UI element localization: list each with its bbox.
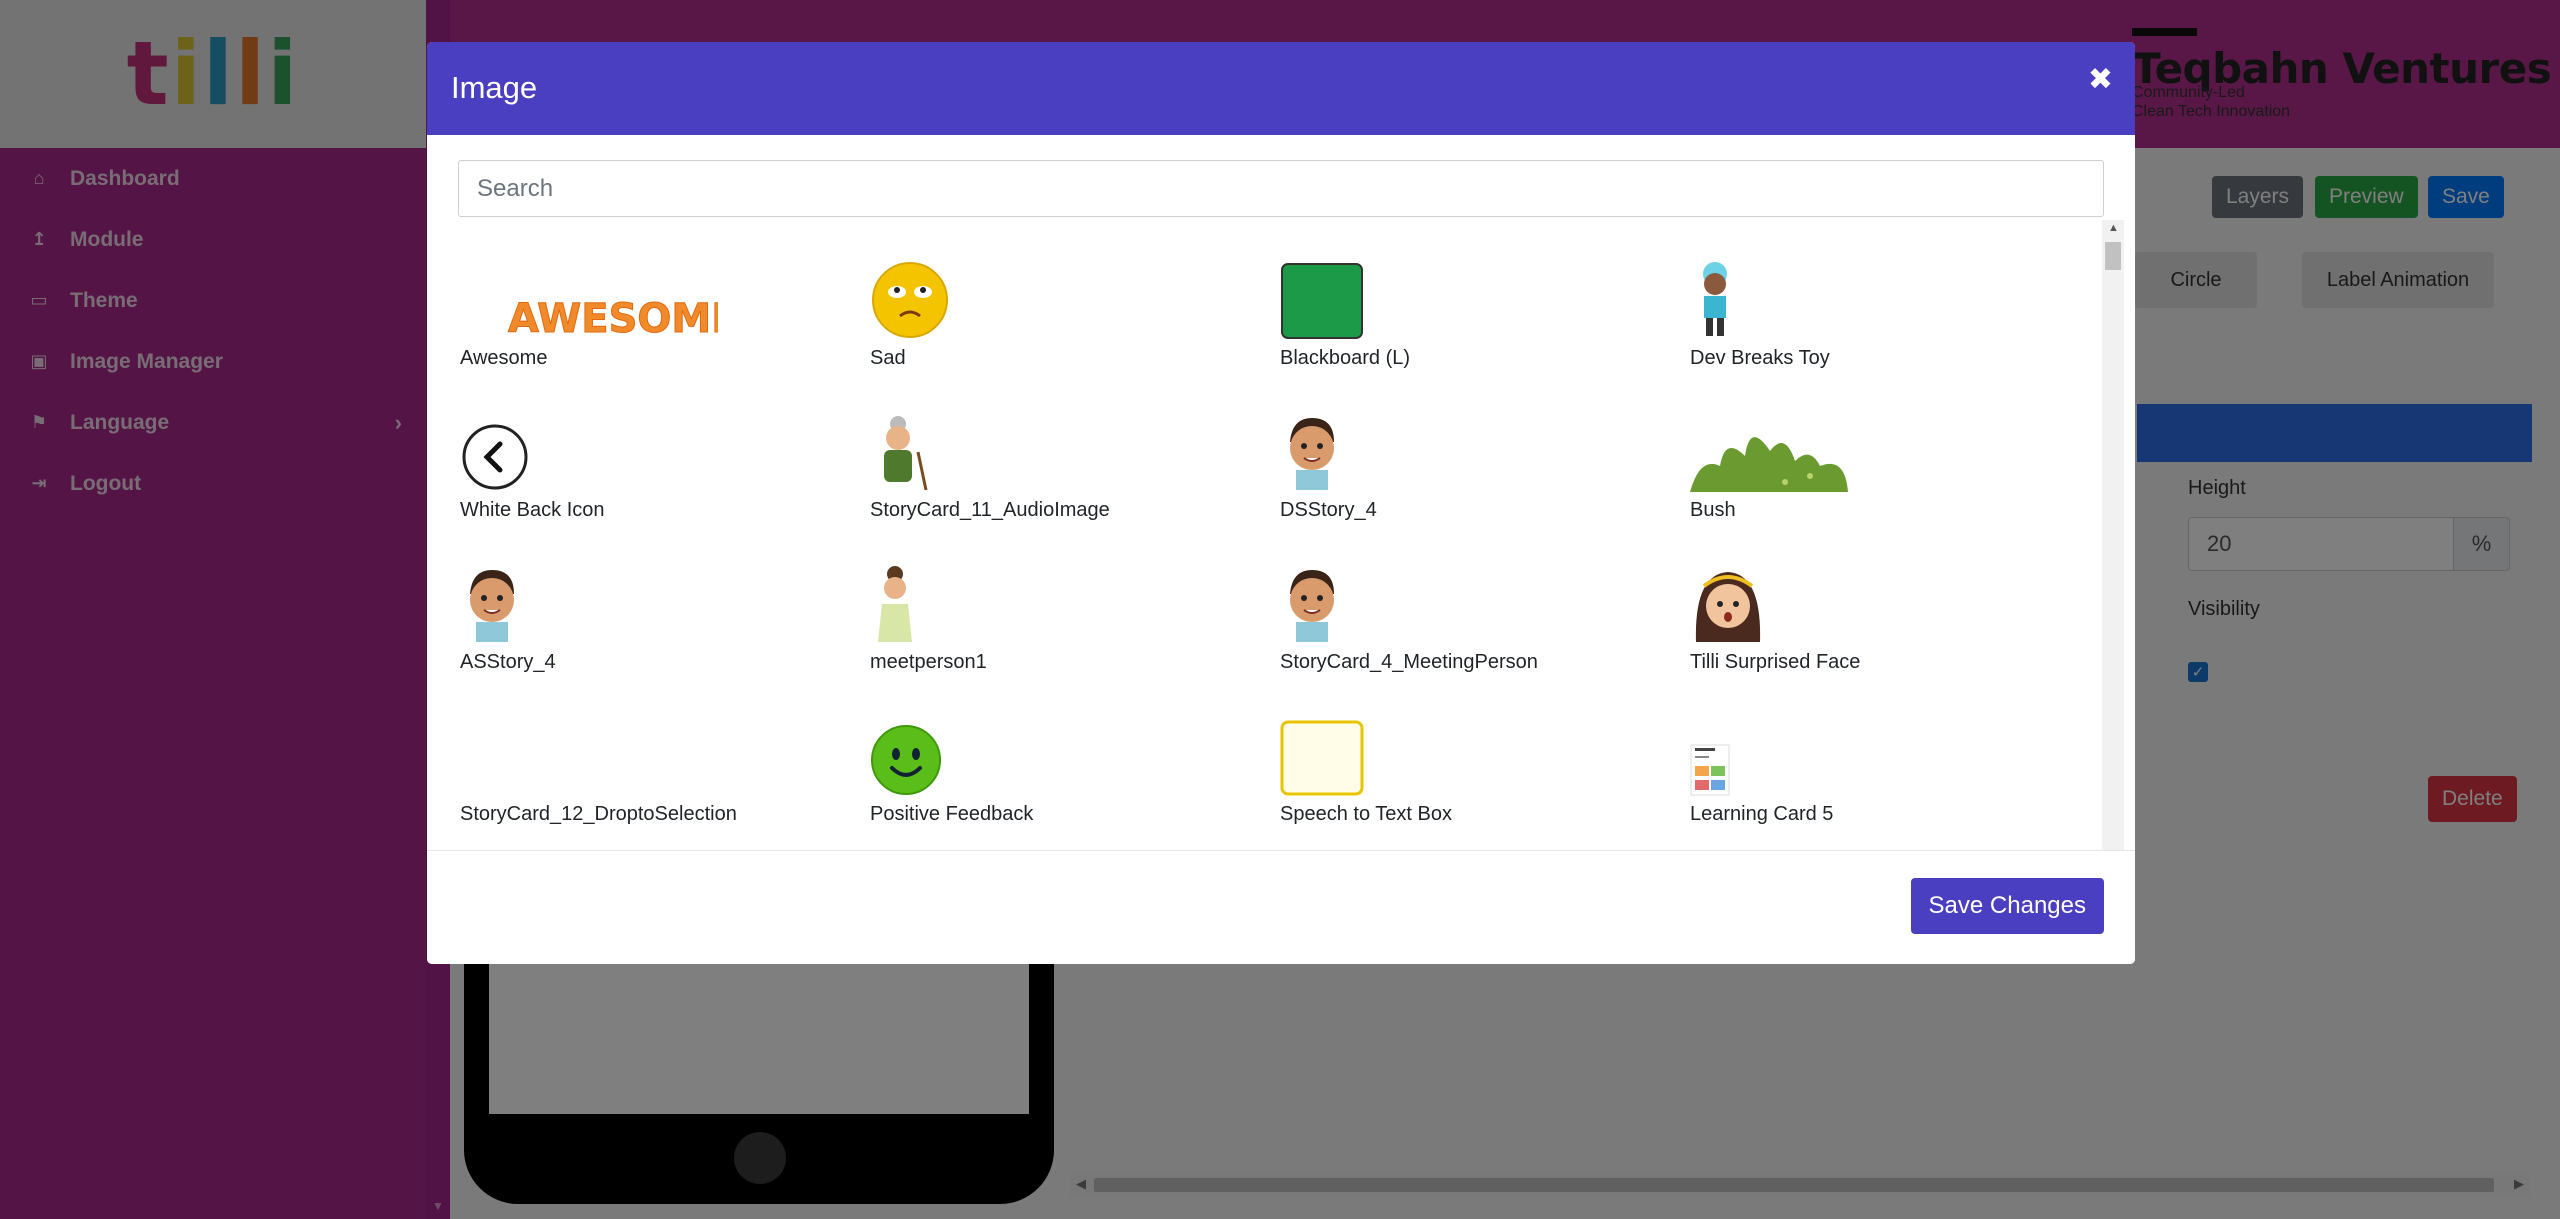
boy-face-thumbnail[interactable] <box>1280 558 1344 644</box>
image-card[interactable]: AWESOME! Awesome <box>458 220 858 370</box>
image-caption: Dev Breaks Toy <box>1690 347 1830 369</box>
boy-face-thumbnail[interactable] <box>460 558 524 644</box>
girl-face-thumbnail[interactable] <box>1690 558 1766 644</box>
image-card[interactable]: meetperson1 <box>868 524 1268 674</box>
image-caption: White Back Icon <box>460 499 605 521</box>
scrollbar-thumb[interactable] <box>2105 242 2121 270</box>
woman-thumbnail[interactable] <box>870 558 920 644</box>
image-caption: Speech to Text Box <box>1280 803 1452 825</box>
happy-face-thumbnail[interactable] <box>870 710 942 796</box>
image-card[interactable]: Learning Card 5 <box>1688 676 2088 826</box>
mini-card-thumbnail[interactable] <box>1690 710 1730 796</box>
modal-title: Image <box>451 70 538 105</box>
scroll-up-arrow-icon[interactable]: ▲ <box>2108 222 2119 234</box>
svg-text:AWESOME!: AWESOME! <box>508 296 718 340</box>
awesome-text-thumbnail[interactable]: AWESOME! <box>498 254 719 341</box>
close-icon[interactable]: ✖ <box>2088 62 2113 97</box>
image-card[interactable]: Speech to Text Box <box>1278 676 1678 826</box>
image-card[interactable]: Tilli Surprised Face <box>1688 524 2088 674</box>
sad-face-thumbnail[interactable] <box>870 254 950 340</box>
back-circle-thumbnail[interactable] <box>460 406 530 492</box>
image-caption: Tilli Surprised Face <box>1690 651 1861 673</box>
search-input[interactable] <box>458 160 2104 217</box>
image-card[interactable]: Dev Breaks Toy <box>1688 220 2088 370</box>
modal-footer: Save Changes <box>427 850 2135 964</box>
image-card[interactable]: Bush <box>1688 372 2088 522</box>
boy-face-thumbnail[interactable] <box>1280 406 1344 492</box>
image-caption: StoryCard_11_AudioImage <box>870 499 1110 521</box>
image-caption: Sad <box>870 347 906 369</box>
image-caption: StoryCard_12_DroptoSelection <box>460 803 737 825</box>
image-card[interactable]: StoryCard_11_AudioImage <box>868 372 1268 522</box>
modal-header: Image ✖ <box>427 42 2135 135</box>
image-caption: StoryCard_4_MeetingPerson <box>1280 651 1538 673</box>
image-card[interactable]: White Back Icon <box>458 372 858 522</box>
image-card[interactable]: Blackboard (L) <box>1278 220 1678 370</box>
image-caption: meetperson1 <box>870 651 987 673</box>
image-card[interactable]: Positive Feedback <box>868 676 1268 826</box>
save-changes-button[interactable]: Save Changes <box>1910 878 2104 934</box>
image-picker-modal: Image ✖ AWESOME! Awesome Sad Blackboard (L)… <box>427 42 2135 964</box>
image-caption: Awesome <box>460 347 548 369</box>
image-caption: Learning Card 5 <box>1690 803 1834 825</box>
image-grid: AWESOME! Awesome Sad Blackboard (L) Dev Brea… <box>458 220 2104 870</box>
green-board-thumbnail[interactable] <box>1280 254 1364 340</box>
image-card[interactable]: Sad <box>868 220 1268 370</box>
image-caption: Bush <box>1690 499 1736 521</box>
image-grid-scrollbar[interactable]: ▲ ▼ <box>2102 220 2124 870</box>
grandma-thumbnail[interactable] <box>870 406 930 492</box>
image-card[interactable]: StoryCard_12_DroptoSelection <box>458 676 858 826</box>
image-caption: ASStory_4 <box>460 651 556 673</box>
image-caption: Blackboard (L) <box>1280 347 1411 369</box>
bush-thumbnail[interactable] <box>1690 406 1850 492</box>
image-caption: Positive Feedback <box>870 803 1034 825</box>
image-card[interactable]: DSStory_4 <box>1278 372 1678 522</box>
image-caption: DSStory_4 <box>1280 499 1377 521</box>
boy-figure-thumbnail[interactable] <box>1690 254 1740 340</box>
yellow-box-thumbnail[interactable] <box>1280 710 1364 796</box>
image-card[interactable]: StoryCard_4_MeetingPerson <box>1278 524 1678 674</box>
image-card[interactable]: ASStory_4 <box>458 524 858 674</box>
